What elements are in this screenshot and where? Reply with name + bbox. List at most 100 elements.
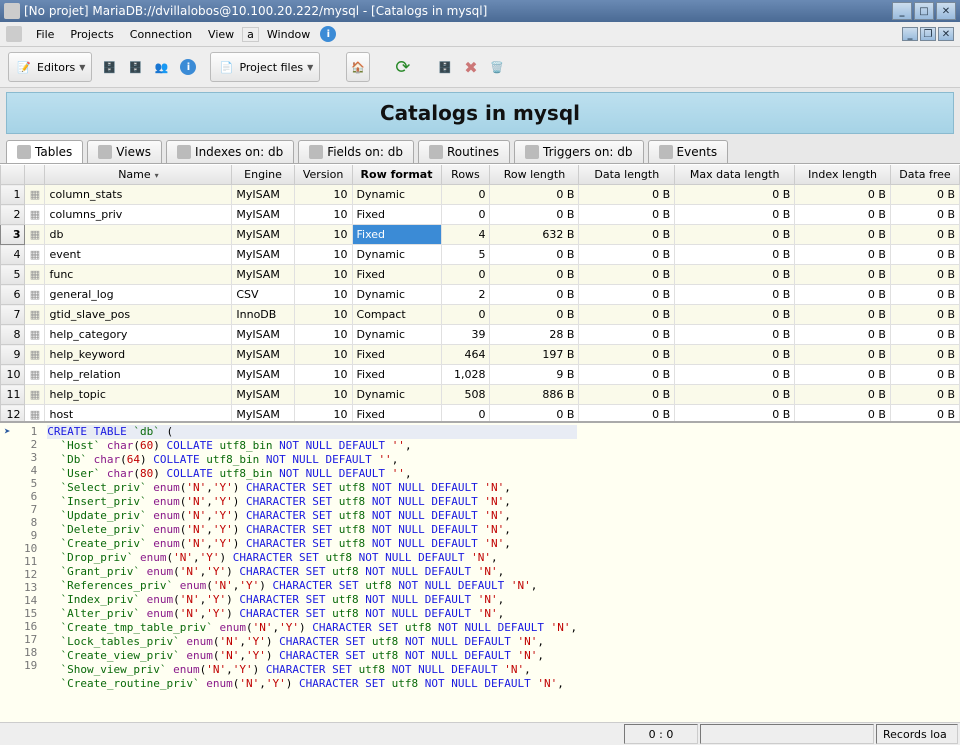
cell-name[interactable]: help_keyword <box>45 345 232 365</box>
users-icon[interactable]: 👥 <box>152 58 170 76</box>
tab-fields[interactable]: Fields on: db <box>298 140 414 163</box>
cell-datafree[interactable]: 0 B <box>890 185 959 205</box>
cell-engine[interactable]: MyISAM <box>232 205 294 225</box>
table-row[interactable]: 1▦column_statsMyISAM10Dynamic00 B0 B0 B0… <box>1 185 960 205</box>
menu-connection[interactable]: Connection <box>122 26 200 43</box>
tab-triggers[interactable]: Triggers on: db <box>514 140 644 163</box>
col-maxdatalen[interactable]: Max data length <box>675 165 795 185</box>
rownum-cell[interactable]: 12 <box>1 405 25 422</box>
cell-datalen[interactable]: 0 B <box>579 325 675 345</box>
cell-rowlen[interactable]: 197 B <box>490 345 579 365</box>
cell-rowlen[interactable]: 0 B <box>490 265 579 285</box>
trash-icon[interactable]: 🗑️ <box>488 58 506 76</box>
cell-rows[interactable]: 0 <box>441 205 490 225</box>
cell-datalen[interactable]: 0 B <box>579 245 675 265</box>
col-datafree[interactable]: Data free <box>890 165 959 185</box>
cell-datafree[interactable]: 0 B <box>890 385 959 405</box>
maximize-button[interactable]: □ <box>914 2 934 20</box>
cell-datalen[interactable]: 0 B <box>579 365 675 385</box>
cell-rowlen[interactable]: 0 B <box>490 285 579 305</box>
cell-version[interactable]: 10 <box>294 245 352 265</box>
cell-rowlen[interactable]: 0 B <box>490 405 579 422</box>
cell-rowlen[interactable]: 632 B <box>490 225 579 245</box>
rownum-cell[interactable]: 2 <box>1 205 25 225</box>
cell-datafree[interactable]: 0 B <box>890 345 959 365</box>
cell-rowfmt[interactable]: Dynamic <box>352 285 441 305</box>
info-icon[interactable]: i <box>320 26 336 42</box>
table-row[interactable]: 4▦eventMyISAM10Dynamic50 B0 B0 B0 B0 B <box>1 245 960 265</box>
db-disconnect-icon[interactable]: 🗄️ <box>126 58 144 76</box>
cell-indexlen[interactable]: 0 B <box>795 205 891 225</box>
cell-datafree[interactable]: 0 B <box>890 225 959 245</box>
cell-engine[interactable]: MyISAM <box>232 265 294 285</box>
cell-rows[interactable]: 5 <box>441 245 490 265</box>
cell-rows[interactable]: 0 <box>441 185 490 205</box>
rownum-cell[interactable]: 11 <box>1 385 25 405</box>
col-rowlen[interactable]: Row length <box>490 165 579 185</box>
db-icon[interactable]: 🗄️ <box>100 58 118 76</box>
cell-rows[interactable]: 2 <box>441 285 490 305</box>
cell-datalen[interactable]: 0 B <box>579 385 675 405</box>
table-row[interactable]: 11▦help_topicMyISAM10Dynamic508886 B0 B0… <box>1 385 960 405</box>
table-row[interactable]: 10▦help_relationMyISAM10Fixed1,0289 B0 B… <box>1 365 960 385</box>
rownum-cell[interactable]: 8 <box>1 325 25 345</box>
db2-icon[interactable]: 🗄️ <box>436 58 454 76</box>
cell-datafree[interactable]: 0 B <box>890 205 959 225</box>
cell-indexlen[interactable]: 0 B <box>795 345 891 365</box>
cell-name[interactable]: columns_priv <box>45 205 232 225</box>
cell-name[interactable]: help_topic <box>45 385 232 405</box>
info2-icon[interactable]: i <box>180 59 196 75</box>
cell-name[interactable]: host <box>45 405 232 422</box>
cell-rowfmt[interactable]: Fixed <box>352 365 441 385</box>
tab-indexes[interactable]: Indexes on: db <box>166 140 294 163</box>
cell-indexlen[interactable]: 0 B <box>795 265 891 285</box>
cell-version[interactable]: 10 <box>294 405 352 422</box>
rownum-cell[interactable]: 5 <box>1 265 25 285</box>
cell-rowfmt[interactable]: Compact <box>352 305 441 325</box>
cell-indexlen[interactable]: 0 B <box>795 365 891 385</box>
cell-name[interactable]: help_category <box>45 325 232 345</box>
cell-engine[interactable]: CSV <box>232 285 294 305</box>
cell-engine[interactable]: MyISAM <box>232 245 294 265</box>
cell-datalen[interactable]: 0 B <box>579 205 675 225</box>
refresh-icon[interactable]: ⟳ <box>394 58 412 76</box>
cell-version[interactable]: 10 <box>294 265 352 285</box>
menu-window[interactable]: Window <box>259 26 318 43</box>
table-row[interactable]: 7▦gtid_slave_posInnoDB10Compact00 B0 B0 … <box>1 305 960 325</box>
cell-maxdatalen[interactable]: 0 B <box>675 245 795 265</box>
col-version[interactable]: Version <box>294 165 352 185</box>
cell-datalen[interactable]: 0 B <box>579 265 675 285</box>
mdi-restore-icon[interactable]: ❐ <box>920 27 936 41</box>
cell-rows[interactable]: 39 <box>441 325 490 345</box>
cell-rowfmt[interactable]: Fixed <box>352 405 441 422</box>
cell-version[interactable]: 10 <box>294 325 352 345</box>
cell-rowlen[interactable]: 28 B <box>490 325 579 345</box>
cell-indexlen[interactable]: 0 B <box>795 185 891 205</box>
cell-rows[interactable]: 1,028 <box>441 365 490 385</box>
cell-engine[interactable]: MyISAM <box>232 345 294 365</box>
table-row[interactable]: 12▦hostMyISAM10Fixed00 B0 B0 B0 B0 B <box>1 405 960 422</box>
table-row[interactable]: 6▦general_logCSV10Dynamic20 B0 B0 B0 B0 … <box>1 285 960 305</box>
cell-maxdatalen[interactable]: 0 B <box>675 185 795 205</box>
cell-maxdatalen[interactable]: 0 B <box>675 405 795 422</box>
menu-projects[interactable]: Projects <box>62 26 121 43</box>
cell-indexlen[interactable]: 0 B <box>795 245 891 265</box>
titlebar[interactable]: [No projet] MariaDB://dvillalobos@10.100… <box>0 0 960 22</box>
cell-maxdatalen[interactable]: 0 B <box>675 345 795 365</box>
editors-dropdown[interactable]: 📝Editors▼ <box>8 52 92 82</box>
cell-indexlen[interactable]: 0 B <box>795 225 891 245</box>
cell-indexlen[interactable]: 0 B <box>795 325 891 345</box>
sql-pane[interactable]: ➤ 12345678910111213141516171819 CREATE T… <box>0 421 960 722</box>
cell-datafree[interactable]: 0 B <box>890 245 959 265</box>
col-datalen[interactable]: Data length <box>579 165 675 185</box>
cell-engine[interactable]: MyISAM <box>232 225 294 245</box>
col-rowfmt[interactable]: Row format <box>352 165 441 185</box>
menu-a[interactable]: a <box>242 27 259 42</box>
rownum-cell[interactable]: 7 <box>1 305 25 325</box>
rownum-cell[interactable]: 6 <box>1 285 25 305</box>
cell-name[interactable]: general_log <box>45 285 232 305</box>
cell-rowlen[interactable]: 886 B <box>490 385 579 405</box>
cell-version[interactable]: 10 <box>294 305 352 325</box>
col-indexlen[interactable]: Index length <box>795 165 891 185</box>
cell-maxdatalen[interactable]: 0 B <box>675 305 795 325</box>
